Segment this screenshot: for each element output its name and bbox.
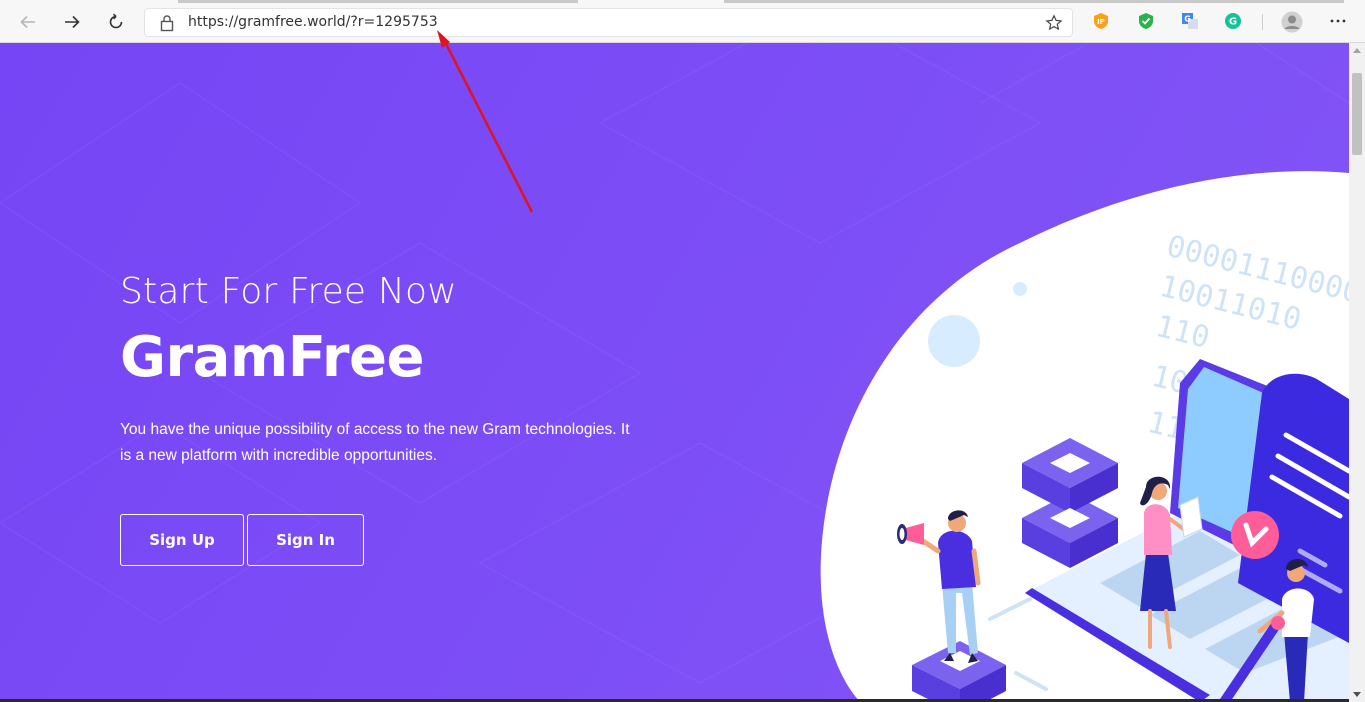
- grammarly-icon: G: [1225, 13, 1241, 29]
- favorite-star-icon[interactable]: [1045, 14, 1063, 32]
- ip-badge-extension[interactable]: IP: [1091, 11, 1111, 31]
- hero-illustration: 00001110000 10011010 110 10 11: [820, 171, 1349, 702]
- hero-subtitle: Start For Free Now: [120, 271, 457, 312]
- menu-button[interactable]: [1328, 11, 1348, 31]
- tab-strip-edge: [724, 0, 1344, 3]
- translate-icon: G: [1182, 13, 1198, 29]
- shield-extension[interactable]: [1136, 11, 1156, 31]
- back-arrow-icon: [20, 15, 35, 29]
- hero-description: You have the unique possibility of acces…: [120, 421, 630, 464]
- browser-toolbar: https://gramfree.world/?r=1295753 IP G G: [0, 0, 1365, 43]
- svg-text:G: G: [1229, 17, 1237, 28]
- refresh-icon: [109, 13, 123, 29]
- back-button[interactable]: [14, 8, 42, 36]
- address-bar[interactable]: https://gramfree.world/?r=1295753: [144, 8, 1073, 37]
- lock-icon[interactable]: [159, 14, 175, 32]
- profile-button[interactable]: [1280, 10, 1304, 34]
- sign-up-button[interactable]: Sign Up: [120, 514, 244, 566]
- bubble-large: [928, 315, 980, 367]
- url-text[interactable]: https://gramfree.world/?r=1295753: [188, 14, 438, 30]
- scroll-down-icon[interactable]: [1353, 692, 1361, 698]
- sign-in-button[interactable]: Sign In: [247, 514, 364, 566]
- page-scrollbar[interactable]: [1349, 43, 1365, 702]
- tab-strip-edge: [178, 0, 578, 3]
- check-badge: [1231, 511, 1279, 559]
- hero-section: Start For Free Now GramFree You have the…: [0, 43, 1349, 702]
- scroll-thumb[interactable]: [1352, 73, 1362, 155]
- svg-text:IP: IP: [1097, 18, 1105, 26]
- translate-extension[interactable]: G: [1180, 11, 1200, 31]
- more-dots-icon: [1330, 19, 1346, 23]
- avatar-icon: [1281, 11, 1303, 33]
- grammarly-extension[interactable]: G: [1223, 11, 1243, 31]
- shield-check-icon: [1139, 13, 1153, 29]
- scroll-up-icon[interactable]: [1353, 47, 1361, 53]
- forward-arrow-icon: [65, 15, 80, 29]
- hero-title: GramFree: [120, 325, 424, 390]
- toolbar-separator: [1262, 14, 1263, 30]
- forward-button[interactable]: [58, 8, 86, 36]
- ip-badge-icon: IP: [1094, 13, 1108, 29]
- svg-text:G: G: [1184, 15, 1191, 24]
- refresh-button[interactable]: [102, 8, 130, 36]
- bubble-small: [1013, 282, 1027, 296]
